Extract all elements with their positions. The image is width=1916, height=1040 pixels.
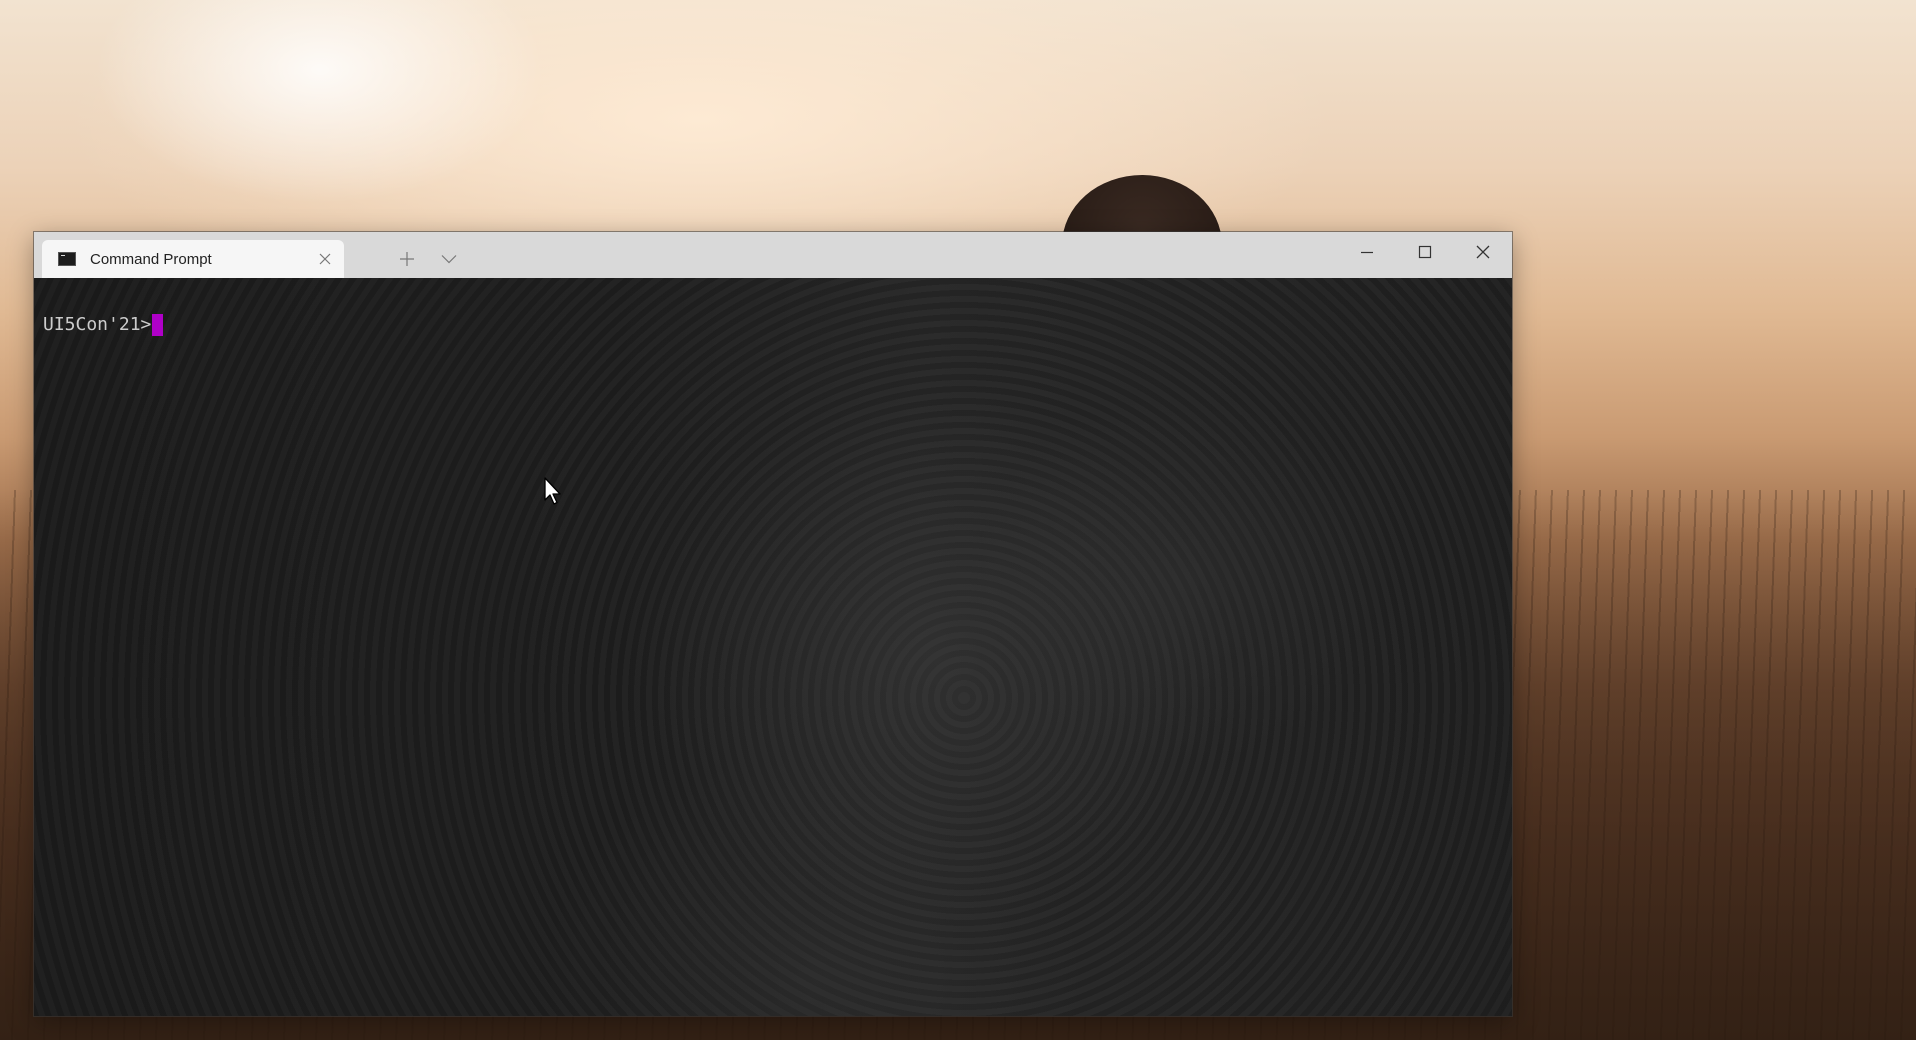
new-tab-button[interactable] bbox=[390, 244, 424, 274]
tab-title: Command Prompt bbox=[90, 250, 212, 268]
prompt-line: UI5Con'21> bbox=[43, 314, 164, 336]
minimize-icon bbox=[1361, 251, 1373, 254]
plus-icon bbox=[400, 252, 414, 266]
caption-buttons bbox=[1338, 232, 1512, 272]
profile-dropdown-button[interactable] bbox=[432, 244, 466, 274]
maximize-icon bbox=[1418, 245, 1432, 259]
minimize-button[interactable] bbox=[1338, 232, 1396, 272]
prompt-text: UI5Con'21> bbox=[43, 314, 152, 335]
terminal-window: Command Prompt UI5Con'21> bbox=[34, 232, 1512, 1016]
close-window-button[interactable] bbox=[1454, 232, 1512, 272]
maximize-button[interactable] bbox=[1396, 232, 1454, 272]
chevron-down-icon bbox=[441, 255, 457, 264]
close-icon bbox=[1476, 245, 1490, 259]
mouse-pointer-icon bbox=[544, 477, 561, 505]
close-tab-button[interactable] bbox=[310, 244, 340, 274]
close-icon bbox=[319, 253, 331, 265]
text-cursor bbox=[152, 314, 164, 336]
terminal-output-area[interactable]: UI5Con'21> bbox=[34, 278, 1512, 1016]
title-bar[interactable]: Command Prompt bbox=[34, 232, 1512, 278]
terminal-icon bbox=[58, 252, 76, 266]
tab-command-prompt[interactable]: Command Prompt bbox=[42, 240, 344, 278]
